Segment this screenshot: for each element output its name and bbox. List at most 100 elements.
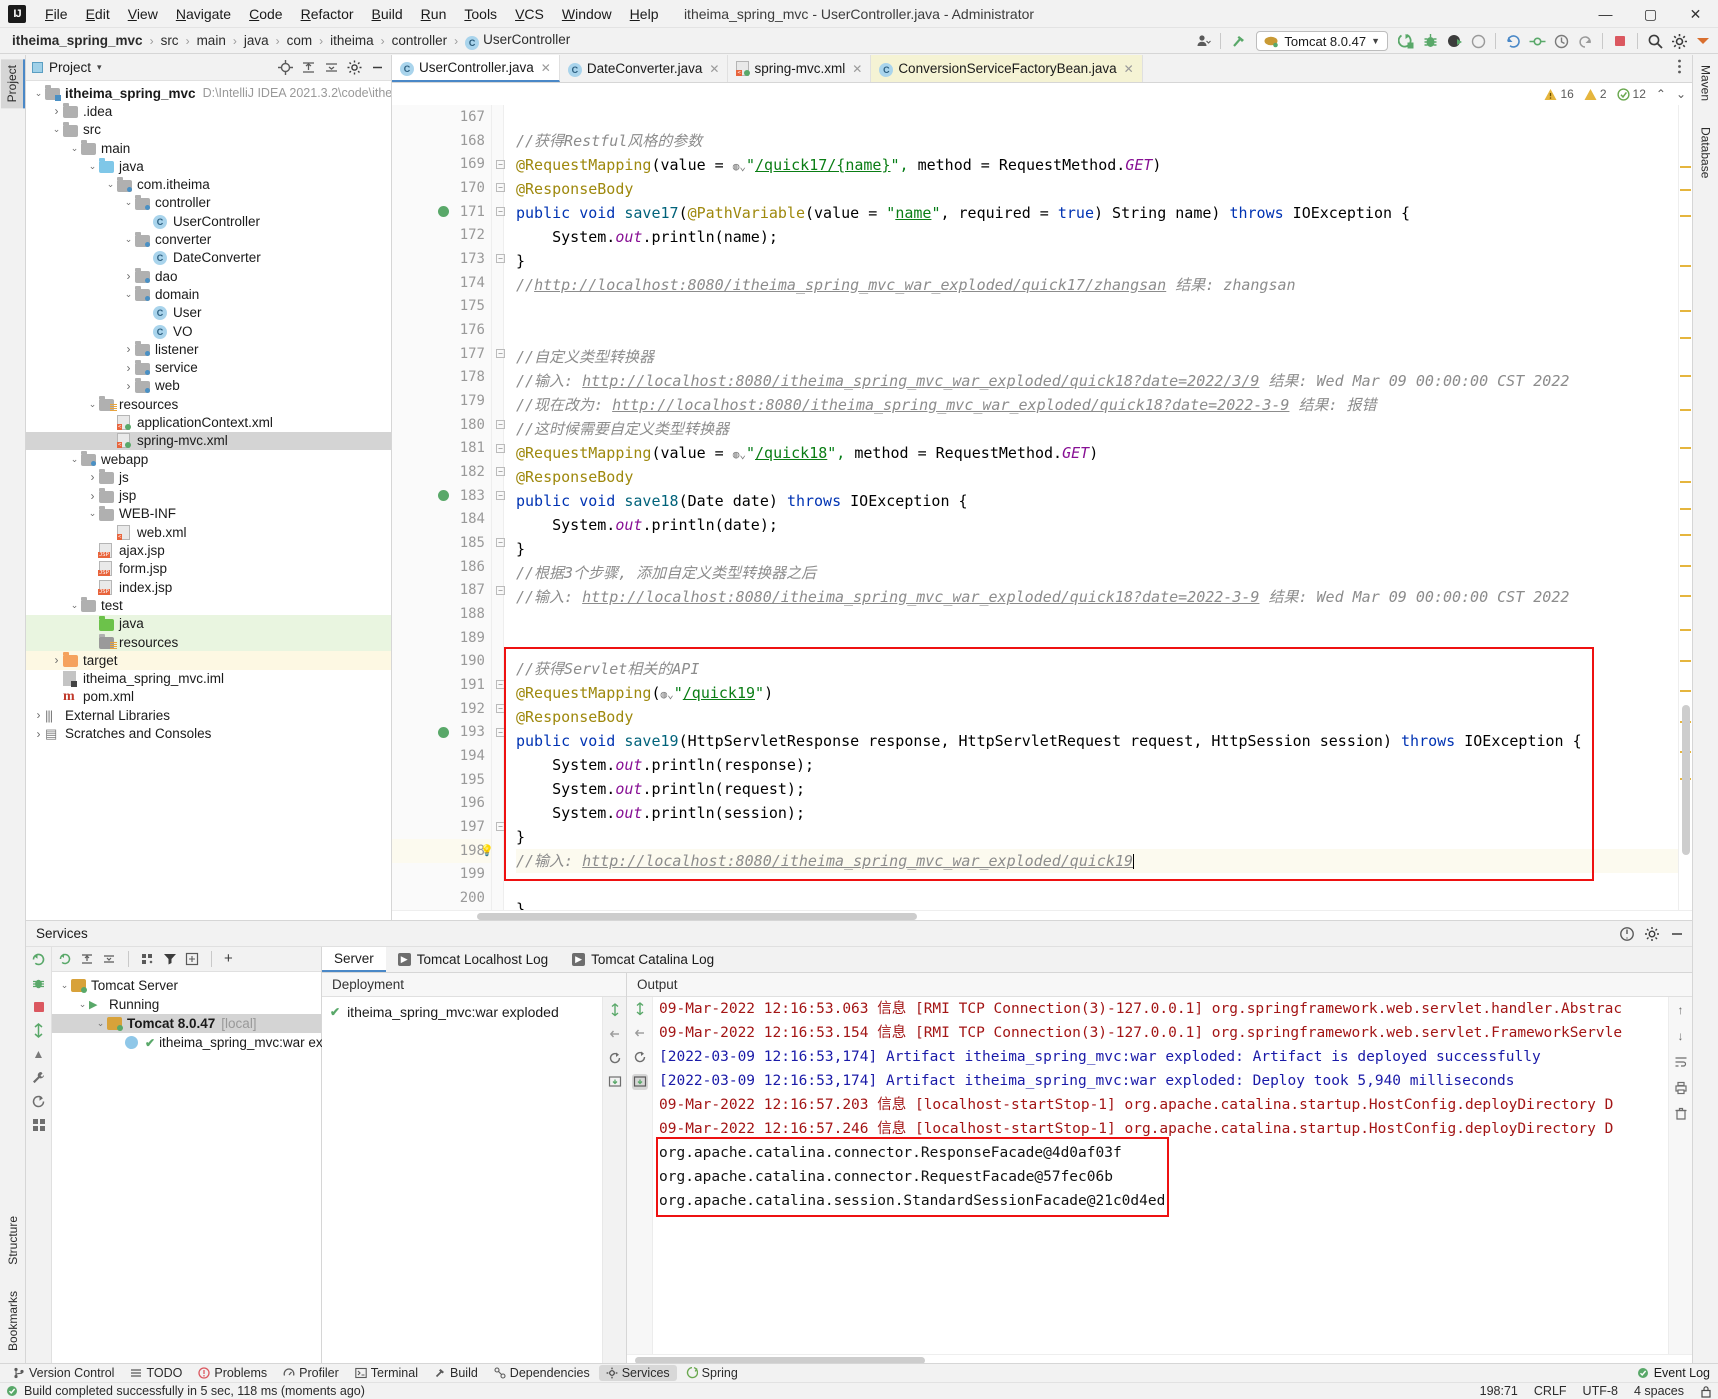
toolwindow-button-services[interactable]: Services bbox=[598, 1365, 677, 1381]
tree-node-spring-mvc-xml[interactable]: < spring-mvc.xml bbox=[26, 431, 391, 450]
expand-all-icon[interactable] bbox=[297, 57, 319, 79]
code-line-167[interactable] bbox=[516, 105, 1678, 129]
code-line-196[interactable]: System.out.println(session); bbox=[516, 801, 1678, 825]
chevron-down-icon[interactable]: ⌄ bbox=[104, 179, 117, 190]
code-line-178[interactable]: //输入: http://localhost:8080/itheima_spri… bbox=[516, 369, 1678, 393]
wrench-icon[interactable] bbox=[31, 1070, 46, 1085]
user-icon[interactable] bbox=[1192, 30, 1214, 52]
services-tree[interactable]: ⌄ Tomcat Server ⌄ ▶ Running ⌄ Tomcat 8.0.47 [lo… bbox=[52, 972, 330, 1365]
output-console[interactable]: 09-Mar-2022 12:16:53.063 信息 [RMI TCP Con… bbox=[653, 997, 1668, 1354]
gutter-line-169[interactable]: 169− bbox=[392, 152, 505, 176]
stop-deploy-icon[interactable] bbox=[1443, 30, 1465, 52]
toolwindow-button-dependencies[interactable]: Dependencies bbox=[487, 1365, 597, 1381]
tree-node-vo[interactable]: C VO bbox=[26, 322, 391, 340]
code-line-177[interactable]: //自定义类型转换器 bbox=[516, 345, 1678, 369]
build-hammer-icon[interactable] bbox=[1227, 30, 1249, 52]
gutter-line-192[interactable]: 192− bbox=[392, 697, 505, 721]
services-tab-bar[interactable]: Server ▶ Tomcat Localhost Log ▶ Tomcat Catal… bbox=[322, 947, 1692, 973]
chevron-right-icon[interactable]: › bbox=[122, 342, 135, 356]
chevron-down-icon[interactable]: ⌄ bbox=[94, 1018, 107, 1029]
code-line-173[interactable]: } bbox=[516, 249, 1678, 273]
chevron-right-icon[interactable]: › bbox=[122, 269, 135, 283]
rerun-icon[interactable] bbox=[31, 952, 46, 967]
undeploy-icon[interactable] bbox=[608, 1027, 622, 1041]
weak-warning-count[interactable]: 12 bbox=[1616, 87, 1646, 101]
tree-node-applicationcontext-xml[interactable]: < applicationContext.xml bbox=[26, 413, 391, 431]
tree-node-itheima-spring-mvc-iml[interactable]: itheima_spring_mvc.iml bbox=[26, 670, 391, 688]
settings-gear-icon[interactable] bbox=[1641, 923, 1663, 945]
gutter-line-187[interactable]: 187− bbox=[392, 578, 505, 602]
tree-node-jsp[interactable]: › jsp bbox=[26, 487, 391, 505]
back-icon[interactable] bbox=[633, 1026, 647, 1040]
breadcrumb-item-main[interactable]: main bbox=[195, 33, 228, 48]
editor-tab-options-icon[interactable] bbox=[1671, 58, 1688, 75]
tree-node-converter[interactable]: ⌄ converter bbox=[26, 230, 391, 248]
chevron-right-icon[interactable]: › bbox=[32, 708, 45, 722]
chevron-right-icon[interactable]: › bbox=[86, 489, 99, 503]
tree-node-js[interactable]: › js bbox=[26, 468, 391, 486]
warning-count[interactable]: 16 bbox=[1544, 87, 1574, 101]
project-tree[interactable]: ⌄ itheima_spring_mvc D:\IntelliJ IDEA 2021… bbox=[26, 81, 391, 920]
tree-node-dao[interactable]: › dao bbox=[26, 267, 391, 285]
tree-node-web-xml[interactable]: < web.xml bbox=[26, 523, 391, 541]
toolwindow-button-build[interactable]: Build bbox=[427, 1365, 485, 1381]
code-line-185[interactable]: } bbox=[516, 537, 1678, 561]
file-encoding[interactable]: UTF-8 bbox=[1583, 1384, 1618, 1398]
gutter-line-194[interactable]: 194 bbox=[392, 744, 491, 768]
tree-node-service[interactable]: › service bbox=[26, 358, 391, 376]
gutter-line-183[interactable]: 183− bbox=[392, 484, 505, 508]
error-count[interactable]: 2 bbox=[1584, 87, 1607, 101]
code-line-197[interactable]: } bbox=[516, 825, 1678, 849]
locate-file-icon[interactable] bbox=[274, 57, 296, 79]
settings-gear-icon[interactable] bbox=[343, 57, 365, 79]
chevron-down-icon[interactable]: ⌄ bbox=[86, 508, 99, 519]
menu-refactor[interactable]: Refactor bbox=[292, 2, 363, 26]
breadcrumb-item-usercontroller[interactable]: C UserController bbox=[463, 32, 572, 50]
code-line-188[interactable] bbox=[516, 609, 1678, 633]
tree-node-pom-xml[interactable]: m pom.xml bbox=[26, 688, 391, 706]
code-line-190[interactable]: //获得Servlet相关的API bbox=[516, 657, 1678, 681]
deploy-icon[interactable] bbox=[608, 1003, 622, 1017]
history-icon[interactable] bbox=[1550, 30, 1572, 52]
tool-tab-structure[interactable]: Structure bbox=[2, 1210, 24, 1271]
gutter-line-176[interactable]: 176 bbox=[392, 318, 491, 342]
code-line-195[interactable]: System.out.println(request); bbox=[516, 777, 1678, 801]
tree-node-resources[interactable]: ⌄ resources bbox=[26, 395, 391, 413]
service-node-tomcat-server[interactable]: ⌄ Tomcat Server bbox=[52, 976, 321, 995]
rerun-output-icon[interactable] bbox=[633, 1050, 647, 1064]
editor-vertical-scrollbar[interactable] bbox=[1680, 105, 1692, 910]
chevron-right-icon[interactable]: › bbox=[50, 653, 63, 667]
chevron-down-icon[interactable]: ⌄ bbox=[32, 88, 45, 99]
menu-navigate[interactable]: Navigate bbox=[167, 2, 240, 26]
menu-window[interactable]: Window bbox=[553, 2, 621, 26]
deployment-list[interactable]: ✔ itheima_spring_mvc:war exploded bbox=[322, 997, 602, 1365]
event-log-button[interactable]: Event Log bbox=[1637, 1366, 1710, 1380]
breadcrumb-item-java[interactable]: java bbox=[242, 33, 271, 48]
gutter-line-191[interactable]: 191− bbox=[392, 673, 505, 697]
editor-tab-usercontroller-java[interactable]: C UserController.java ✕ bbox=[392, 55, 560, 82]
hide-panel-icon[interactable] bbox=[366, 57, 388, 79]
help-icon[interactable] bbox=[1616, 923, 1638, 945]
redeploy-icon[interactable] bbox=[31, 1023, 46, 1038]
hide-panel-icon[interactable] bbox=[1666, 923, 1688, 945]
code-line-175[interactable] bbox=[516, 297, 1678, 321]
gutter-line-200[interactable]: 200 bbox=[392, 886, 491, 910]
caret-position[interactable]: 198:71 bbox=[1480, 1384, 1518, 1398]
stop-icon[interactable] bbox=[32, 1000, 46, 1014]
tool-window-buttons[interactable]: Version Control TODO Problems Profiler Termi… bbox=[6, 1365, 745, 1381]
code-line-174[interactable]: //http://localhost:8080/itheima_spring_m… bbox=[516, 273, 1678, 297]
menu-build[interactable]: Build bbox=[363, 2, 412, 26]
code-line-184[interactable]: System.out.println(date); bbox=[516, 513, 1678, 537]
indent-setting[interactable]: 4 spaces bbox=[1634, 1384, 1684, 1398]
gutter-line-195[interactable]: 195 bbox=[392, 768, 491, 792]
gutter-line-173[interactable]: 173− bbox=[392, 247, 505, 271]
update-project-icon[interactable] bbox=[1502, 30, 1524, 52]
breadcrumb-item-itheima-spring-mvc[interactable]: itheima_spring_mvc bbox=[10, 33, 145, 48]
code-line-182[interactable]: @ResponseBody bbox=[516, 465, 1678, 489]
gutter-line-171[interactable]: 171− bbox=[392, 200, 505, 224]
tree-node-usercontroller[interactable]: C UserController bbox=[26, 212, 391, 230]
gutter-line-174[interactable]: 174 bbox=[392, 271, 491, 295]
chevron-right-icon[interactable]: › bbox=[122, 379, 135, 393]
lock-icon[interactable] bbox=[1700, 1385, 1712, 1398]
scrollbar-thumb[interactable] bbox=[1682, 705, 1690, 855]
